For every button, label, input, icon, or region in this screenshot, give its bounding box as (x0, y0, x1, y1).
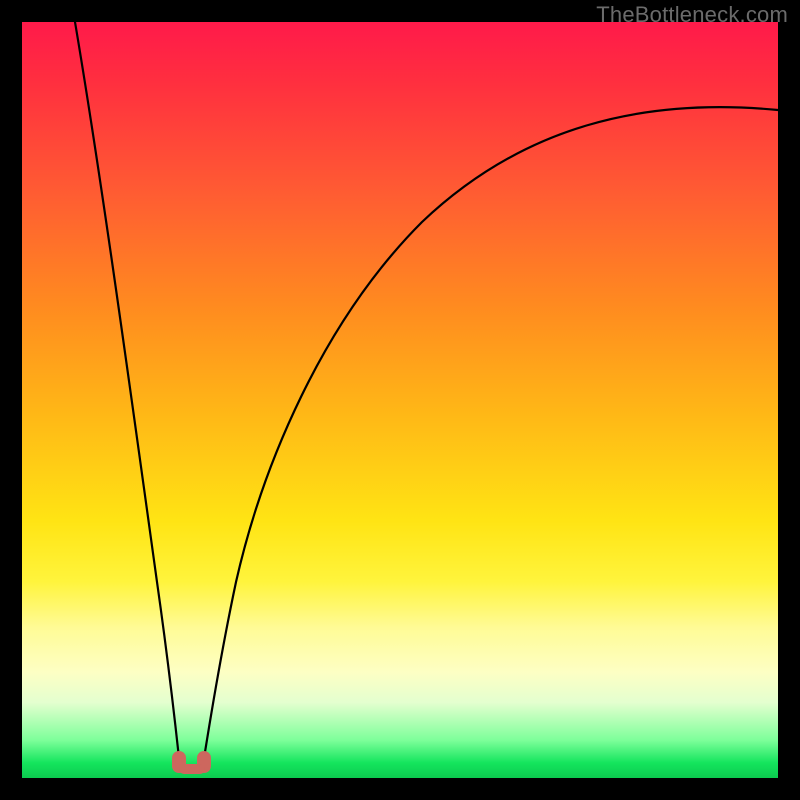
valley-nubs (172, 751, 211, 774)
plot-frame (22, 22, 778, 778)
curve-right-branch (204, 107, 778, 758)
bottleneck-curve (22, 22, 778, 778)
curve-left-branch (75, 22, 179, 758)
nub-bridge (179, 764, 205, 774)
watermark-text: TheBottleneck.com (596, 2, 788, 28)
